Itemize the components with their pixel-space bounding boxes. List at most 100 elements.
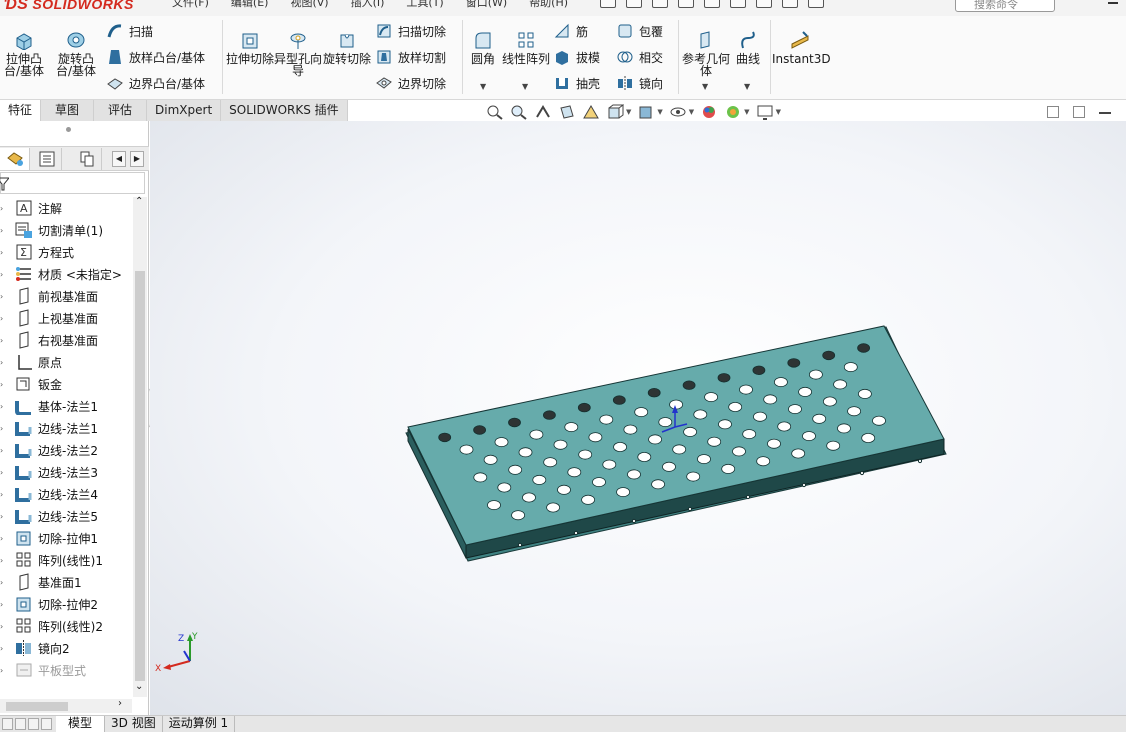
tab-sketch[interactable]: 草图: [41, 100, 95, 121]
last-tab-button[interactable]: [41, 718, 52, 730]
boundary-cut-button[interactable]: 边界切除: [375, 71, 446, 95]
new-icon[interactable]: [600, 0, 616, 8]
rebuild-icon[interactable]: [756, 0, 772, 8]
undo-icon[interactable]: [704, 0, 720, 8]
curves-dropdown[interactable]: ▼: [744, 82, 750, 91]
tree-expand-icon[interactable]: ›: [0, 446, 6, 455]
property-manager-tab[interactable]: [32, 148, 62, 170]
tab-3d-views[interactable]: 3D 视图: [105, 715, 163, 732]
view-settings-icon[interactable]: [756, 104, 774, 120]
tab-evaluate[interactable]: 评估: [94, 100, 148, 121]
linear-pattern-dropdown[interactable]: ▼: [522, 82, 528, 91]
tree-expand-icon[interactable]: ›: [0, 666, 6, 675]
tab-motion-study-1[interactable]: 运动算例 1: [163, 715, 236, 732]
reference-geometry-button[interactable]: 参考几何体: [682, 20, 730, 77]
linear-pattern-button[interactable]: 线性阵列: [502, 20, 550, 65]
tree-expand-icon[interactable]: ›: [0, 468, 6, 477]
prev-tab-button[interactable]: [15, 718, 26, 730]
draft-button[interactable]: 拔模: [553, 45, 600, 69]
file-properties-icon[interactable]: [782, 0, 798, 8]
zoom-to-area-icon[interactable]: [510, 104, 528, 120]
scroll-right-icon[interactable]: ›: [118, 698, 122, 709]
tree-expand-icon[interactable]: ›: [0, 622, 6, 631]
tab-solidworks-addins[interactable]: SOLIDWORKS 插件: [221, 100, 348, 121]
wrap-button[interactable]: 包覆: [616, 19, 663, 43]
tile-right-button[interactable]: [1073, 106, 1085, 118]
first-tab-button[interactable]: [2, 718, 13, 730]
tab-dimxpert[interactable]: DimXpert: [147, 100, 222, 121]
menu-edit[interactable]: 编辑(E): [231, 0, 269, 10]
hide-show-items-icon[interactable]: [669, 104, 687, 120]
print-icon[interactable]: [678, 0, 694, 8]
menu-tools[interactable]: 工具(T): [406, 0, 443, 10]
tree-item[interactable]: › 基体-法兰1: [0, 395, 132, 417]
tree-item[interactable]: › 边线-法兰3: [0, 461, 132, 483]
tree-expand-icon[interactable]: ›: [0, 424, 6, 433]
search-commands-input[interactable]: 搜索命令: [955, 0, 1055, 12]
window-minimize-button[interactable]: [1108, 2, 1118, 4]
fillet-button[interactable]: 圆角: [458, 20, 508, 65]
section-view-icon[interactable]: [558, 104, 576, 120]
tree-item[interactable]: › 阵列(线性)2: [0, 615, 132, 637]
menu-view[interactable]: 视图(V): [290, 0, 328, 10]
tree-item[interactable]: › 切割清单(1): [0, 219, 132, 241]
next-tab-button[interactable]: [28, 718, 39, 730]
menu-window[interactable]: 窗口(W): [466, 0, 507, 10]
tree-expand-icon[interactable]: ›: [0, 204, 6, 213]
intersect-button[interactable]: 相交: [616, 45, 663, 69]
extrude-cut-button[interactable]: 拉伸切除: [226, 20, 274, 65]
view-orientation-dropdown[interactable]: ▼: [626, 108, 631, 116]
tree-expand-icon[interactable]: ›: [0, 402, 6, 411]
view-orientation-icon[interactable]: [606, 104, 624, 120]
tree-item[interactable]: › 边线-法兰2: [0, 439, 132, 461]
tree-expand-icon[interactable]: ›: [0, 534, 6, 543]
tree-expand-icon[interactable]: ›: [0, 380, 6, 389]
tree-item[interactable]: › 边线-法兰5: [0, 505, 132, 527]
tile-left-button[interactable]: [1047, 106, 1059, 118]
instant3d-button[interactable]: Instant3D: [772, 20, 831, 65]
reference-geometry-dropdown[interactable]: ▼: [702, 82, 708, 91]
tree-item[interactable]: › 原点: [0, 351, 132, 373]
hide-show-dropdown[interactable]: ▼: [689, 108, 694, 116]
scroll-up-icon[interactable]: ⌃: [135, 196, 143, 207]
tree-item[interactable]: › 阵列(线性)1: [0, 549, 132, 571]
tree-item[interactable]: › 上视基准面: [0, 307, 132, 329]
part-model[interactable]: [150, 121, 1126, 715]
tree-expand-icon[interactable]: ›: [0, 512, 6, 521]
tree-vertical-scroll-thumb[interactable]: [135, 271, 145, 681]
configuration-manager-tab[interactable]: [72, 148, 102, 170]
viewport-minimize-button[interactable]: [1099, 106, 1111, 114]
loft-cut-button[interactable]: 放样切割: [375, 45, 446, 69]
boundary-boss-button[interactable]: 边界凸台/基体: [106, 71, 205, 95]
loft-boss-button[interactable]: 放样凸台/基体: [106, 45, 205, 69]
tab-model[interactable]: 模型: [56, 715, 106, 732]
tree-item[interactable]: › Σ 方程式: [0, 241, 132, 263]
curves-button[interactable]: 曲线: [724, 20, 772, 65]
tree-horizontal-scroll-thumb[interactable]: [6, 702, 68, 711]
menu-help[interactable]: 帮助(H): [529, 0, 568, 10]
save-icon[interactable]: [652, 0, 668, 8]
display-style-dropdown[interactable]: ▼: [657, 108, 662, 116]
fillet-dropdown[interactable]: ▼: [480, 82, 486, 91]
revolve-boss-button[interactable]: 旋转凸台/基体: [52, 20, 100, 77]
tree-item[interactable]: › A 注解: [0, 197, 132, 219]
revolve-cut-button[interactable]: 旋转切除: [323, 20, 371, 65]
apply-scene-icon[interactable]: [724, 104, 742, 120]
tree-expand-icon[interactable]: ›: [0, 248, 6, 257]
dynamic-annotation-icon[interactable]: [582, 104, 600, 120]
tree-item[interactable]: › 右视基准面: [0, 329, 132, 351]
feature-manager-tab[interactable]: [0, 148, 30, 170]
tree-expand-icon[interactable]: ›: [0, 226, 6, 235]
tree-item[interactable]: › 前视基准面: [0, 285, 132, 307]
tabs-scroll-left[interactable]: ◀: [112, 151, 126, 167]
select-icon[interactable]: [730, 0, 746, 8]
zoom-to-fit-icon[interactable]: [486, 104, 504, 120]
apply-scene-dropdown[interactable]: ▼: [744, 108, 749, 116]
tree-expand-icon[interactable]: ›: [0, 600, 6, 609]
tree-item[interactable]: › 切除-拉伸1: [0, 527, 132, 549]
display-style-icon[interactable]: [637, 104, 655, 120]
hole-wizard-button[interactable]: 异型孔向导: [274, 20, 322, 77]
open-icon[interactable]: [626, 0, 642, 8]
menu-file[interactable]: 文件(F): [172, 0, 209, 10]
view-settings-dropdown[interactable]: ▼: [776, 108, 781, 116]
